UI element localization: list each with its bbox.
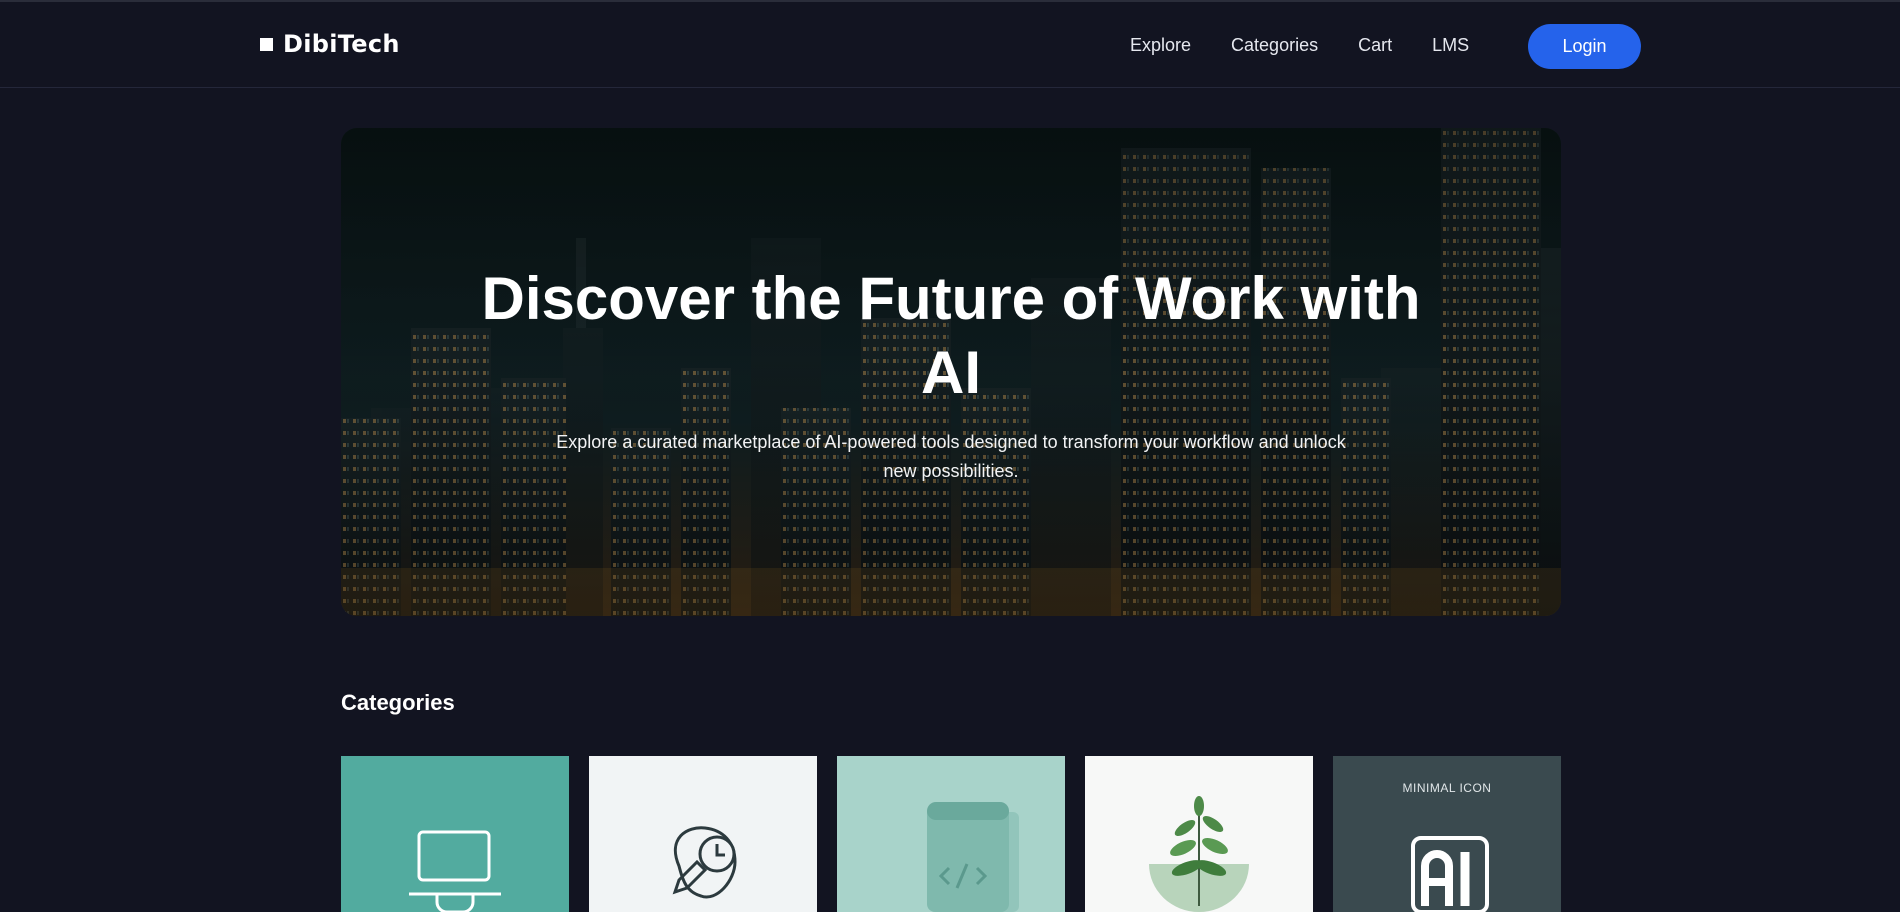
plant-bowl-icon <box>1085 756 1313 912</box>
hero-banner: Discover the Future of Work with AI Expl… <box>341 128 1561 616</box>
square-logo-icon <box>260 37 273 51</box>
categories-grid: MINIMAL ICON <box>341 756 1561 912</box>
category-card[interactable]: MINIMAL ICON <box>1333 756 1561 912</box>
categories-heading: Categories <box>341 690 455 715</box>
category-card[interactable] <box>341 756 569 912</box>
nav-link-categories[interactable]: Categories <box>1231 35 1318 56</box>
category-card[interactable] <box>837 756 1065 912</box>
hero-title: Discover the Future of Work with AI <box>481 265 1421 406</box>
code-scroll-icon <box>837 756 1065 912</box>
main-nav: Explore Categories Cart LMS <box>1130 22 1509 68</box>
brand-logo[interactable]: DibiTech <box>260 30 400 58</box>
login-button[interactable]: Login <box>1528 24 1641 69</box>
category-card[interactable] <box>1085 756 1313 912</box>
hero-subtitle: Explore a curated marketplace of AI-powe… <box>556 432 1346 481</box>
top-navbar: DibiTech Explore Categories Cart LMS Log… <box>0 0 1900 88</box>
brand-name: DibiTech <box>283 30 400 58</box>
category-card[interactable] <box>589 756 817 912</box>
nav-link-explore[interactable]: Explore <box>1130 35 1191 56</box>
category-card-caption: MINIMAL ICON <box>1402 781 1492 795</box>
pencil-clock-icon <box>589 756 817 912</box>
nav-link-cart[interactable]: Cart <box>1358 35 1392 56</box>
ai-chip-icon <box>1333 756 1561 912</box>
laptop-icon <box>341 756 569 912</box>
nav-link-lms[interactable]: LMS <box>1432 35 1469 56</box>
